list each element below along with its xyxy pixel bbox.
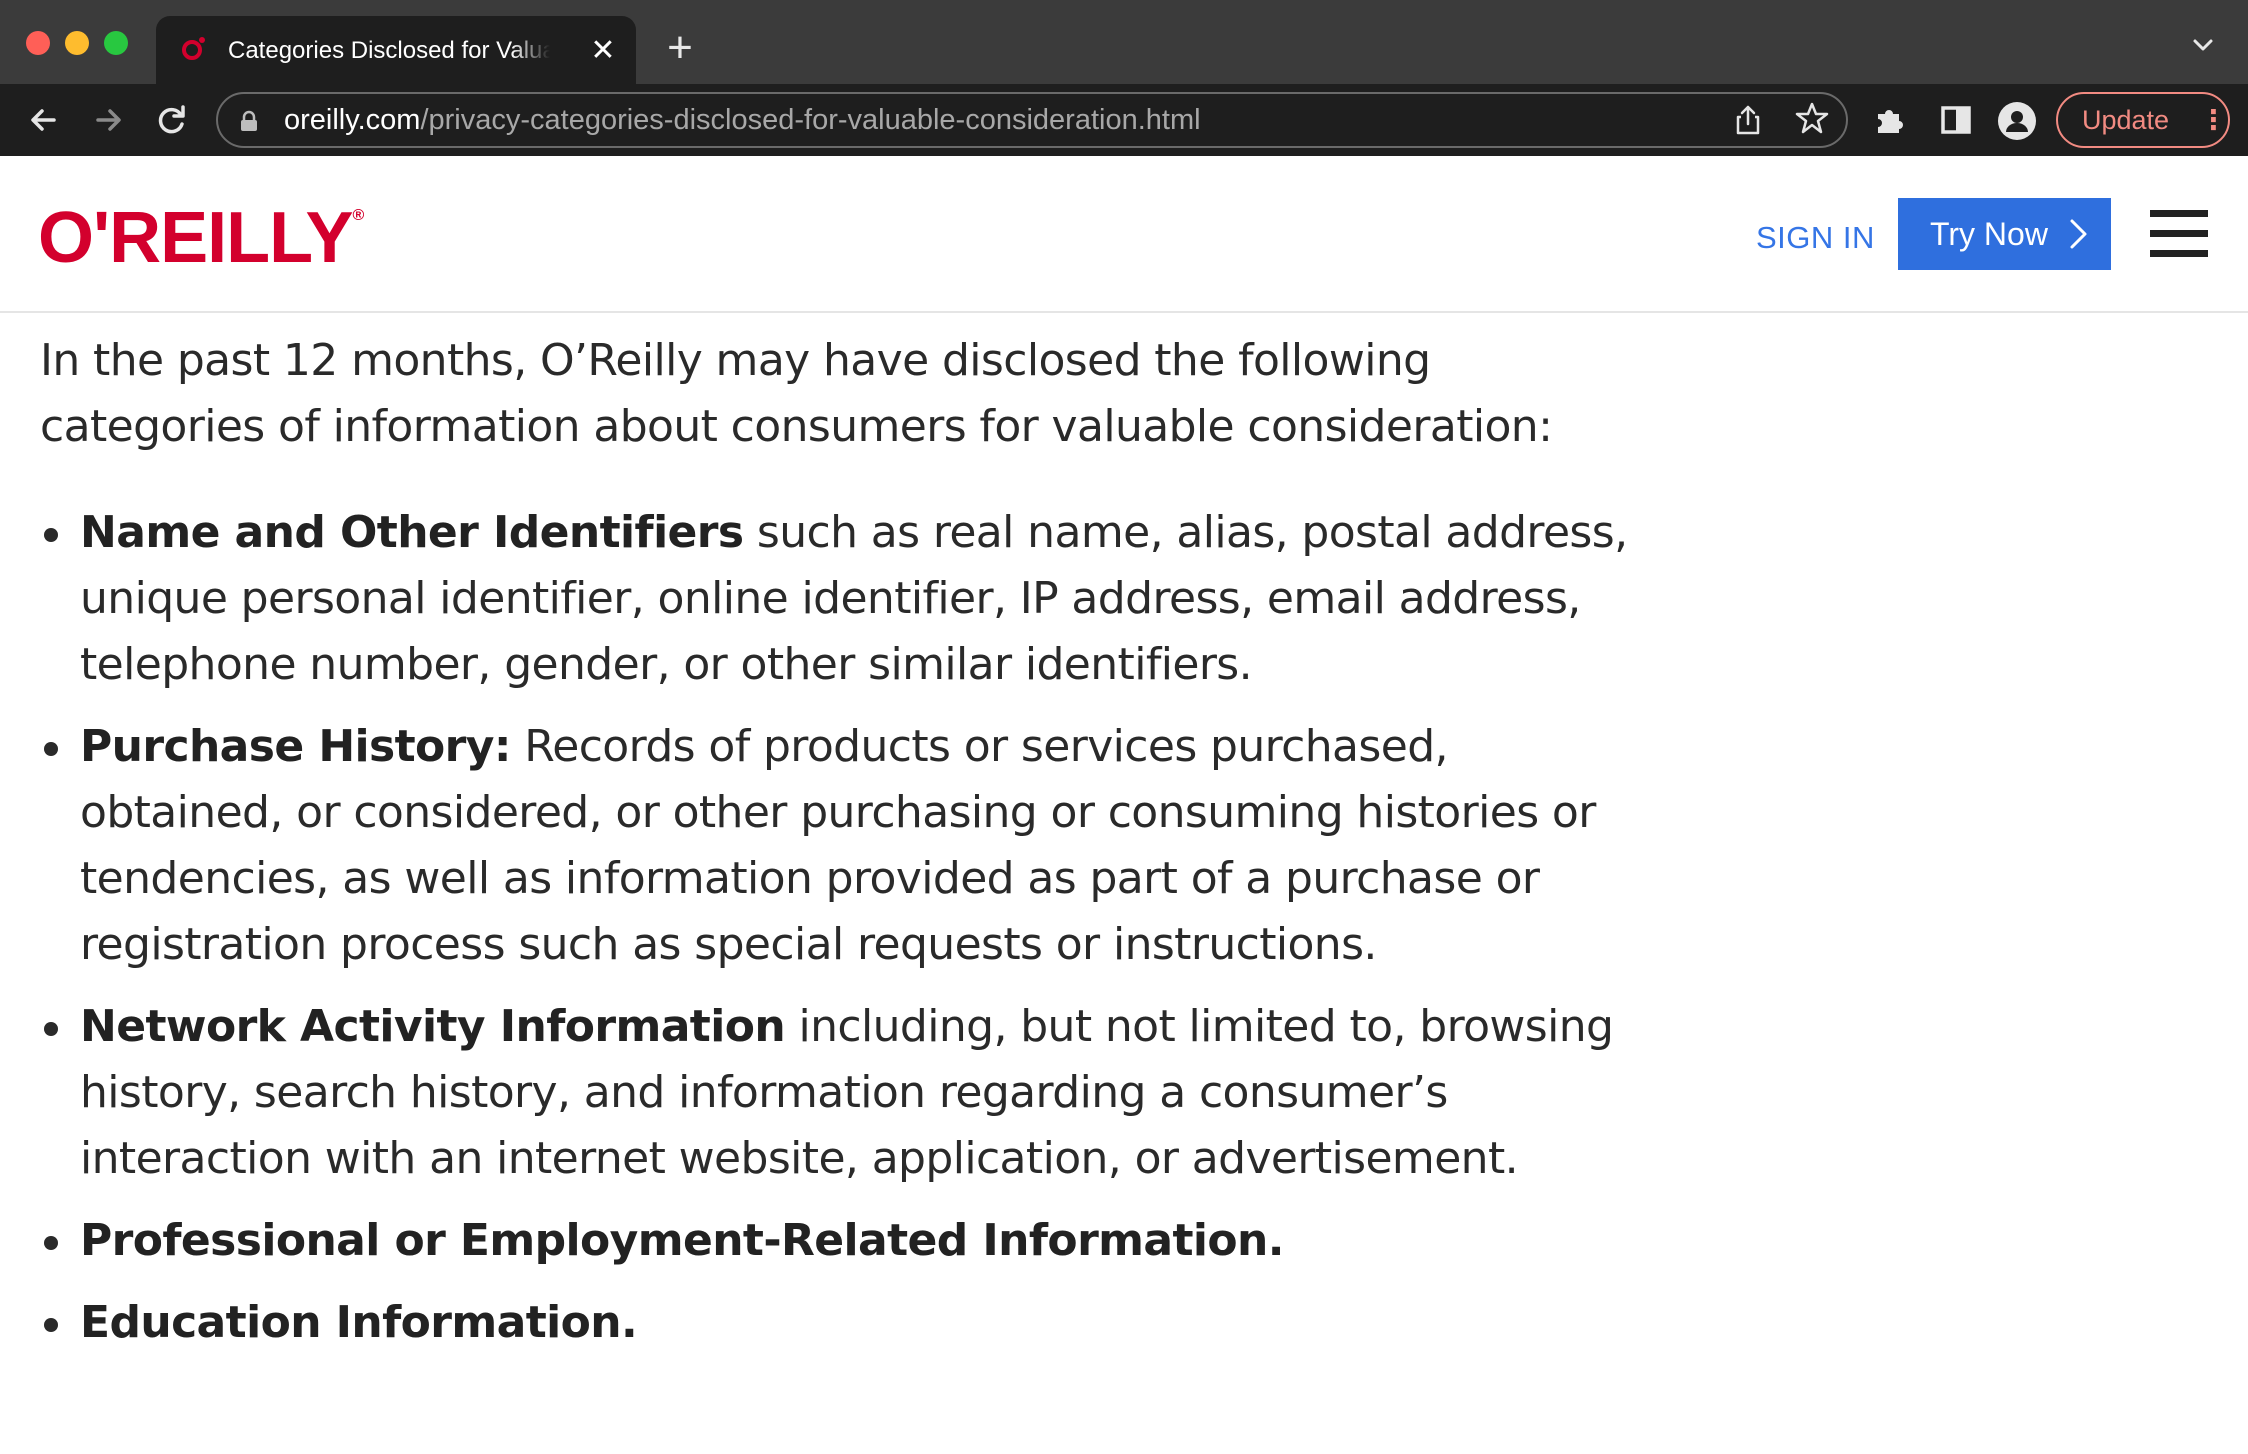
share-icon[interactable]: [1730, 102, 1766, 138]
chevron-right-icon: [2070, 219, 2087, 249]
minimize-window-button[interactable]: [65, 31, 89, 55]
item-title: Name and Other Identifiers: [80, 507, 744, 558]
forward-icon[interactable]: [86, 98, 130, 142]
list-item: Professional or Employment-Related Infor…: [40, 1208, 1640, 1274]
address-bar[interactable]: oreilly.com/privacy-categories-disclosed…: [216, 92, 1848, 148]
browser-tab-bar: Categories Disclosed for Valuable Consid…: [0, 0, 2248, 84]
list-item: Network Activity Information including, …: [40, 994, 1640, 1192]
lock-icon[interactable]: [240, 110, 258, 132]
back-icon[interactable]: [22, 98, 66, 142]
site-header: O'REILLY® SIGN IN Try Now: [0, 156, 2248, 313]
zoom-window-button[interactable]: [104, 31, 128, 55]
tab-list-icon[interactable]: [2188, 30, 2218, 60]
try-now-label: Try Now: [1930, 216, 2048, 252]
list-item: Education Information.: [40, 1290, 1640, 1356]
browser-toolbar: oreilly.com/privacy-categories-disclosed…: [0, 84, 2248, 156]
profile-icon[interactable]: [1998, 102, 2036, 140]
item-title: Education Information.: [80, 1297, 638, 1348]
main-content: In the past 12 months, O’Reilly may have…: [40, 328, 1640, 1372]
list-item: Purchase History: Records of products or…: [40, 714, 1640, 978]
more-icon[interactable]: ⋮: [2200, 94, 2227, 146]
oreilly-logo[interactable]: O'REILLY®: [38, 198, 365, 278]
active-tab[interactable]: Categories Disclosed for Valuable Consid…: [156, 16, 636, 84]
url-text[interactable]: oreilly.com/privacy-categories-disclosed…: [284, 94, 1201, 146]
sign-in-link[interactable]: SIGN IN: [1756, 216, 1875, 260]
categories-list: Name and Other Identifiers such as real …: [40, 500, 1640, 1356]
registered-mark-icon: ®: [352, 207, 365, 224]
item-title: Purchase History:: [80, 721, 511, 772]
logo-text: O'REILLY: [38, 198, 354, 278]
url-host: oreilly.com: [284, 104, 421, 136]
extensions-icon[interactable]: [1868, 98, 1912, 142]
tab-title: Categories Disclosed for Valuable Consid…: [228, 37, 550, 64]
intro-paragraph: In the past 12 months, O’Reilly may have…: [40, 335, 1553, 452]
side-panel-icon[interactable]: [1934, 98, 1978, 142]
new-tab-button[interactable]: +: [660, 26, 700, 70]
update-button[interactable]: Update ⋮: [2056, 92, 2230, 148]
list-item: Name and Other Identifiers such as real …: [40, 500, 1640, 698]
url-path: /privacy-categories-disclosed-for-valuab…: [420, 104, 1201, 136]
item-title: Network Activity Information: [80, 1001, 786, 1052]
reload-icon[interactable]: [150, 98, 194, 142]
oreilly-favicon-icon: [182, 37, 205, 60]
try-now-button[interactable]: Try Now: [1898, 198, 2111, 270]
close-window-button[interactable]: [26, 31, 50, 55]
menu-icon[interactable]: [2150, 210, 2208, 258]
star-icon[interactable]: [1794, 100, 1830, 136]
update-label: Update: [2082, 105, 2170, 135]
item-title: Professional or Employment-Related Infor…: [80, 1215, 1284, 1266]
tab-close-icon[interactable]: ✕: [586, 34, 620, 68]
